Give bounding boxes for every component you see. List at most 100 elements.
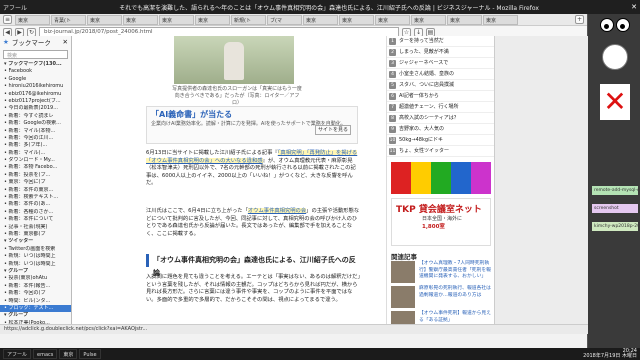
bookmark-item[interactable]: • 新着：本件の(あ... (0, 201, 71, 208)
bookmark-item[interactable]: • 投票(東京)ohAtu (0, 275, 71, 282)
ranking-item[interactable]: 2 しまった、見敵が不満 (387, 47, 494, 58)
bookmark-item[interactable]: • 新規：いつ(は時間上 (0, 253, 71, 260)
ranking-item[interactable]: 5 スタバ、ついに店員撲滅 (387, 80, 494, 91)
tab[interactable]: 東京 (411, 14, 446, 25)
bookmark-item[interactable]: • ブロック：テスト... (0, 304, 71, 313)
bookmark-item[interactable]: • 新着：Googleの検索... (0, 120, 71, 127)
ad-button[interactable]: サイトを見る (315, 125, 351, 135)
bookmark-item[interactable]: • 新着：投票を(ブ... (0, 172, 71, 179)
ranking-item[interactable]: 4 小室圭さん結婚、皇族の (387, 69, 494, 80)
new-tab-icon[interactable]: + (575, 15, 584, 24)
tab[interactable]: 東京 (303, 14, 338, 25)
related-thumbnail[interactable] (391, 286, 415, 308)
ranking-text[interactable]: ターを持って当然だ (399, 38, 444, 44)
taskbar-item[interactable]: アフール (3, 349, 32, 359)
bookmark-item[interactable]: • 新着：東京都(ブ (0, 231, 71, 238)
tab[interactable]: 新規(ト (231, 14, 266, 25)
bookmark-item[interactable]: • 新規：いつ(は時間上 (0, 261, 71, 268)
ranking-item[interactable]: 7 超激値チェーン、行く場所 (387, 102, 494, 113)
bookmark-item[interactable]: • ebiz0176@ikehiromu (0, 91, 71, 98)
bookmark-item[interactable]: • 新着：多(ブ年)... (0, 142, 71, 149)
bookmark-item[interactable]: • Facebook (0, 68, 71, 75)
bookmark-item[interactable]: • 新着：今回の(ブ (0, 290, 71, 297)
taskbar-item[interactable]: Pulse (79, 349, 101, 359)
taskbar-item[interactable]: emacs (33, 349, 58, 359)
bookmark-item[interactable]: • Google (0, 76, 71, 83)
bookmark-folder[interactable]: ▾ ツイッター (0, 238, 71, 245)
bookmark-item[interactable]: • 新着：マイル(... (0, 150, 71, 157)
ranking-text[interactable]: AI記者一体ちから (399, 93, 439, 99)
ranking-item[interactable]: 9 吉野家の、大人気の (387, 124, 494, 135)
related-item[interactable]: 【オウム真理教・7人同時死刑執行】警察庁最高責任者「死刑を報道機関に発表する、お… (391, 261, 491, 285)
bookmark-item[interactable]: • ebiz0117project(ブ... (0, 98, 71, 105)
tab[interactable]: 東京 (15, 14, 50, 25)
tab[interactable]: ブ(マ (267, 14, 302, 25)
ad-headline[interactable]: 「AI義命書」が当たる (151, 109, 353, 120)
ranking-item[interactable]: 11 ちょ、女性ツイッター (387, 146, 494, 157)
related-text[interactable]: 麻原彰晃の死刑執行、報道各社は過剰報道か…報道のあり方は (419, 286, 491, 299)
bookmark-item[interactable]: • 記事・社会(現実) (0, 224, 71, 231)
ranking-text[interactable]: しまった、見敵が不満 (399, 49, 449, 55)
related-text[interactable]: 【オウム真理教・7人同時死刑執行】警察庁最高責任者「死刑を報道機関に発表する、お… (419, 261, 491, 281)
tab[interactable]: 東京 (195, 14, 230, 25)
tab[interactable]: 東京 (87, 14, 122, 25)
ranking-text[interactable]: 吉野家の、大人気の (399, 126, 444, 132)
close-sidebar-icon[interactable]: ✕ (63, 38, 68, 46)
bookmark-item[interactable]: • 新着：今すぐ読まレ (0, 113, 71, 120)
tab[interactable]: 東京 (159, 14, 194, 25)
bookmark-item[interactable]: • 新着：本件の東京... (0, 187, 71, 194)
tab[interactable]: 東京 (375, 14, 410, 25)
bookmark-folder[interactable]: ▾ グループ (0, 268, 71, 275)
bookmark-folder[interactable]: ▾ グループ (0, 312, 71, 319)
bookmark-item[interactable]: • 時間：ビル(ンタ... (0, 298, 71, 305)
bookmark-item[interactable]: • 新着：今回の江川... (0, 135, 71, 142)
tab[interactable]: 東京 (447, 14, 482, 25)
tab[interactable]: 青葉(ト (51, 14, 86, 25)
ranking-item[interactable]: 10 50kg→48kgにドキ (387, 135, 494, 146)
bookmark-item[interactable]: • 新着：本件(報告... (0, 283, 71, 290)
bookmark-item[interactable]: • 新着：各種のさか... (0, 209, 71, 216)
bookmark-item[interactable]: • Twitterの画面を検索 (0, 246, 71, 253)
desktop-note[interactable]: kimchy-wp2018p-201807 (592, 222, 638, 231)
app-menu-label[interactable]: アフール (3, 3, 27, 12)
bookmark-item[interactable]: • hironiu2016ikehiromu (0, 83, 71, 90)
related-thumbnail[interactable] (391, 261, 415, 283)
related-thumbnail[interactable] (391, 311, 415, 324)
bookmark-item[interactable]: • 新着：検索テキスト... (0, 194, 71, 201)
taskbar-item[interactable]: 東京 (59, 349, 78, 359)
tab[interactable]: 東京 (123, 14, 158, 25)
bookmark-item[interactable]: • 今日の最新表(2019... (0, 105, 71, 112)
desktop-note[interactable]: remote-add-mysql-config (592, 186, 638, 195)
ranking-item[interactable]: 3 ジャジャーネベースで (387, 58, 494, 69)
ad-image[interactable] (391, 162, 491, 194)
bookmark-item[interactable]: • 東京：今回に(ブ (0, 179, 71, 186)
ranking-text[interactable]: ちょ、女性ツイッター (399, 148, 449, 154)
ranking-text[interactable]: スタバ、ついに店員撲滅 (399, 82, 454, 88)
article-link-2[interactable]: オウム事件真相究明の会 (247, 208, 307, 214)
close-icon[interactable]: ✕ (631, 3, 637, 11)
ranking-item[interactable]: 8 高校入試のシーティアは？ (387, 113, 494, 124)
sidebar-search-input[interactable]: 検索 (3, 50, 68, 59)
bookmark-folder[interactable]: ▾ ブックマークフ(130... (0, 61, 71, 68)
related-item[interactable]: 麻原彰晃の死刑執行、報道各社は過剰報道か…報道のあり方は (391, 286, 491, 310)
ranking-text[interactable]: ジャジャーネベースで (399, 60, 448, 66)
bookmark-item[interactable]: • ダウンロード・My... (0, 157, 71, 164)
tab[interactable]: 東京 (483, 14, 518, 25)
ad-box[interactable]: 「AI義命書」が当たる 企業向けAI業務効率化。読解・計算に力を発揮。AIを使っ… (146, 106, 358, 144)
ranking-item[interactable]: 1 ターを持って当然だ (387, 36, 494, 47)
ranking-text[interactable]: 小室圭さん結婚、皇族の (399, 71, 454, 77)
ranking-text[interactable]: 超激値チェーン、行く場所 (399, 104, 458, 110)
related-item[interactable]: 【オウム事件死刑】報道から見える「ある証拠」 (391, 311, 491, 324)
related-text[interactable]: 【オウム事件死刑】報道から見える「ある証拠」 (419, 311, 491, 324)
ranking-text[interactable]: 50kg→48kgにドキ (399, 137, 443, 143)
menu-icon[interactable]: ≡ (3, 15, 12, 24)
ranking-item[interactable]: 6 AI記者一体ちから (387, 91, 494, 102)
bookmark-item[interactable]: • 新着：本物 Facebo... (0, 164, 71, 171)
tab[interactable]: 東京 (339, 14, 374, 25)
ranking-text[interactable]: 高校入試のシーティアは？ (399, 115, 459, 121)
desktop-note[interactable]: screenshot (592, 204, 638, 213)
bookmark-item[interactable]: • 新着：本件について (0, 216, 71, 223)
xkill-icon[interactable]: ✕ (600, 84, 630, 120)
tkp-banner[interactable]: TKP 貸会議室ネット 日本全国・海外に 1,800室 (391, 198, 491, 246)
bookmark-item[interactable]: • 新着：マイル(本物... (0, 128, 71, 135)
